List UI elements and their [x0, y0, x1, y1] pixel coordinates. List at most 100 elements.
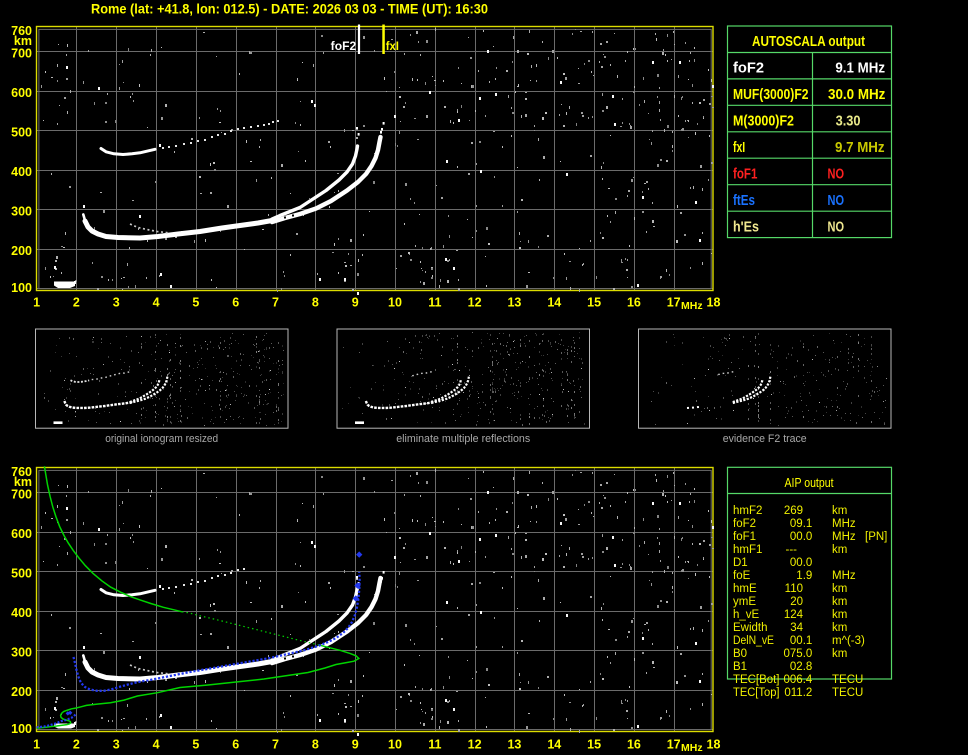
svg-text:400: 400 — [11, 165, 32, 179]
svg-text:Rome (lat: +41.8, lon: 012.5): Rome (lat: +41.8, lon: 012.5) - DATE: 20… — [91, 1, 488, 17]
svg-text:B1: B1 — [733, 661, 747, 673]
svg-text:1: 1 — [33, 296, 40, 310]
svg-text:fxI: fxI — [733, 140, 745, 156]
svg-text:02.8: 02.8 — [790, 661, 812, 673]
svg-text:foF1: foF1 — [733, 166, 757, 182]
svg-text:ymE: ymE — [733, 596, 756, 608]
svg-text:500: 500 — [11, 126, 32, 140]
svg-text:10: 10 — [388, 738, 402, 752]
svg-text:200: 200 — [11, 244, 32, 258]
svg-text:200: 200 — [11, 685, 32, 699]
svg-text:00.1: 00.1 — [790, 635, 812, 647]
svg-text:MHz: MHz — [832, 518, 856, 530]
svg-text:075.0: 075.0 — [784, 648, 813, 660]
svg-text:400: 400 — [11, 606, 32, 620]
svg-text:AUTOSCALA output: AUTOSCALA output — [752, 34, 865, 50]
svg-text:17: 17 — [667, 738, 681, 752]
svg-text:09.1: 09.1 — [790, 518, 812, 530]
svg-text:20: 20 — [790, 596, 803, 608]
svg-text:14: 14 — [547, 296, 561, 310]
svg-text:11: 11 — [428, 296, 441, 310]
svg-text:500: 500 — [11, 567, 32, 581]
svg-text:269: 269 — [784, 505, 803, 517]
svg-text:foF2: foF2 — [733, 61, 764, 77]
svg-text:110: 110 — [785, 583, 803, 595]
svg-text:h_vE: h_vE — [733, 609, 760, 621]
svg-text:DelN_vE: DelN_vE — [733, 635, 774, 647]
svg-text:4: 4 — [153, 738, 160, 752]
svg-text:TEC[Top]: TEC[Top] — [733, 687, 780, 699]
svg-text:MHz: MHz — [832, 531, 856, 543]
svg-text:MHz: MHz — [681, 742, 703, 754]
svg-text:124: 124 — [784, 609, 804, 621]
svg-text:original ionogram resized: original ionogram resized — [105, 433, 218, 445]
svg-text:14: 14 — [547, 738, 561, 752]
svg-text:evidence F2 trace: evidence F2 trace — [723, 433, 807, 445]
svg-text:12: 12 — [468, 296, 482, 310]
svg-text:16: 16 — [627, 738, 641, 752]
svg-text:foE: foE — [733, 570, 751, 582]
svg-text:100: 100 — [11, 722, 32, 736]
svg-text:600: 600 — [11, 527, 32, 541]
svg-text:ftEs: ftEs — [733, 193, 755, 209]
svg-text:10: 10 — [388, 296, 402, 310]
svg-text:MHz: MHz — [832, 570, 856, 582]
svg-text:NO: NO — [828, 193, 845, 209]
svg-text:011.2: 011.2 — [784, 687, 812, 699]
svg-text:hmF2: hmF2 — [733, 505, 762, 517]
svg-text:13: 13 — [507, 296, 521, 310]
svg-text:3.30: 3.30 — [836, 114, 861, 130]
svg-text:TECU: TECU — [832, 687, 863, 699]
svg-text:3: 3 — [113, 296, 120, 310]
svg-text:NO: NO — [828, 166, 845, 182]
svg-text:---: --- — [786, 544, 798, 556]
svg-text:100: 100 — [11, 281, 32, 295]
svg-text:8: 8 — [312, 296, 319, 310]
svg-text:km: km — [832, 609, 847, 621]
svg-text:3: 3 — [113, 738, 120, 752]
svg-text:TEC[Bot]: TEC[Bot] — [733, 674, 780, 686]
svg-text:eliminate multiple reflections: eliminate multiple reflections — [396, 433, 530, 445]
svg-text:foF2: foF2 — [331, 39, 357, 53]
svg-text:km: km — [832, 505, 847, 517]
svg-text:700: 700 — [11, 47, 32, 61]
svg-text:6: 6 — [232, 738, 239, 752]
svg-text:MHz: MHz — [681, 300, 703, 312]
svg-text:km: km — [832, 583, 847, 595]
svg-text:km: km — [832, 596, 847, 608]
svg-text:15: 15 — [587, 738, 601, 752]
svg-text:8: 8 — [312, 738, 319, 752]
svg-text:2: 2 — [73, 738, 80, 752]
svg-text:16: 16 — [627, 296, 641, 310]
svg-text:5: 5 — [192, 296, 199, 310]
svg-text:34: 34 — [790, 622, 803, 634]
svg-text:700: 700 — [11, 488, 32, 502]
svg-text:11: 11 — [428, 738, 441, 752]
svg-text:9.1 MHz: 9.1 MHz — [835, 61, 885, 77]
svg-text:fxI: fxI — [386, 39, 399, 53]
svg-text:B0: B0 — [733, 648, 747, 660]
svg-text:300: 300 — [11, 205, 32, 219]
svg-text:9.7 MHz: 9.7 MHz — [835, 140, 885, 156]
svg-text:18: 18 — [707, 738, 721, 752]
svg-text:00.0: 00.0 — [790, 531, 812, 543]
svg-text:1.9: 1.9 — [796, 570, 812, 582]
svg-text:km: km — [832, 544, 847, 556]
svg-text:12: 12 — [468, 738, 482, 752]
svg-text:hmF1: hmF1 — [733, 544, 762, 556]
svg-text:7: 7 — [272, 296, 279, 310]
svg-text:6: 6 — [232, 296, 239, 310]
svg-text:4: 4 — [153, 296, 160, 310]
svg-text:15: 15 — [587, 296, 601, 310]
svg-text:foF1: foF1 — [733, 531, 756, 543]
svg-text:h'Es: h'Es — [733, 219, 759, 235]
svg-text:MUF(3000)F2: MUF(3000)F2 — [733, 87, 809, 103]
svg-text:m^(-3): m^(-3) — [832, 635, 865, 647]
svg-text:AIP output: AIP output — [785, 476, 834, 490]
svg-text:30.0 MHz: 30.0 MHz — [828, 87, 885, 103]
svg-text:2: 2 — [73, 296, 80, 310]
svg-text:7: 7 — [272, 738, 279, 752]
svg-text:9: 9 — [352, 738, 359, 752]
svg-text:M(3000)F2: M(3000)F2 — [733, 114, 794, 130]
svg-text:foF2: foF2 — [733, 518, 756, 530]
